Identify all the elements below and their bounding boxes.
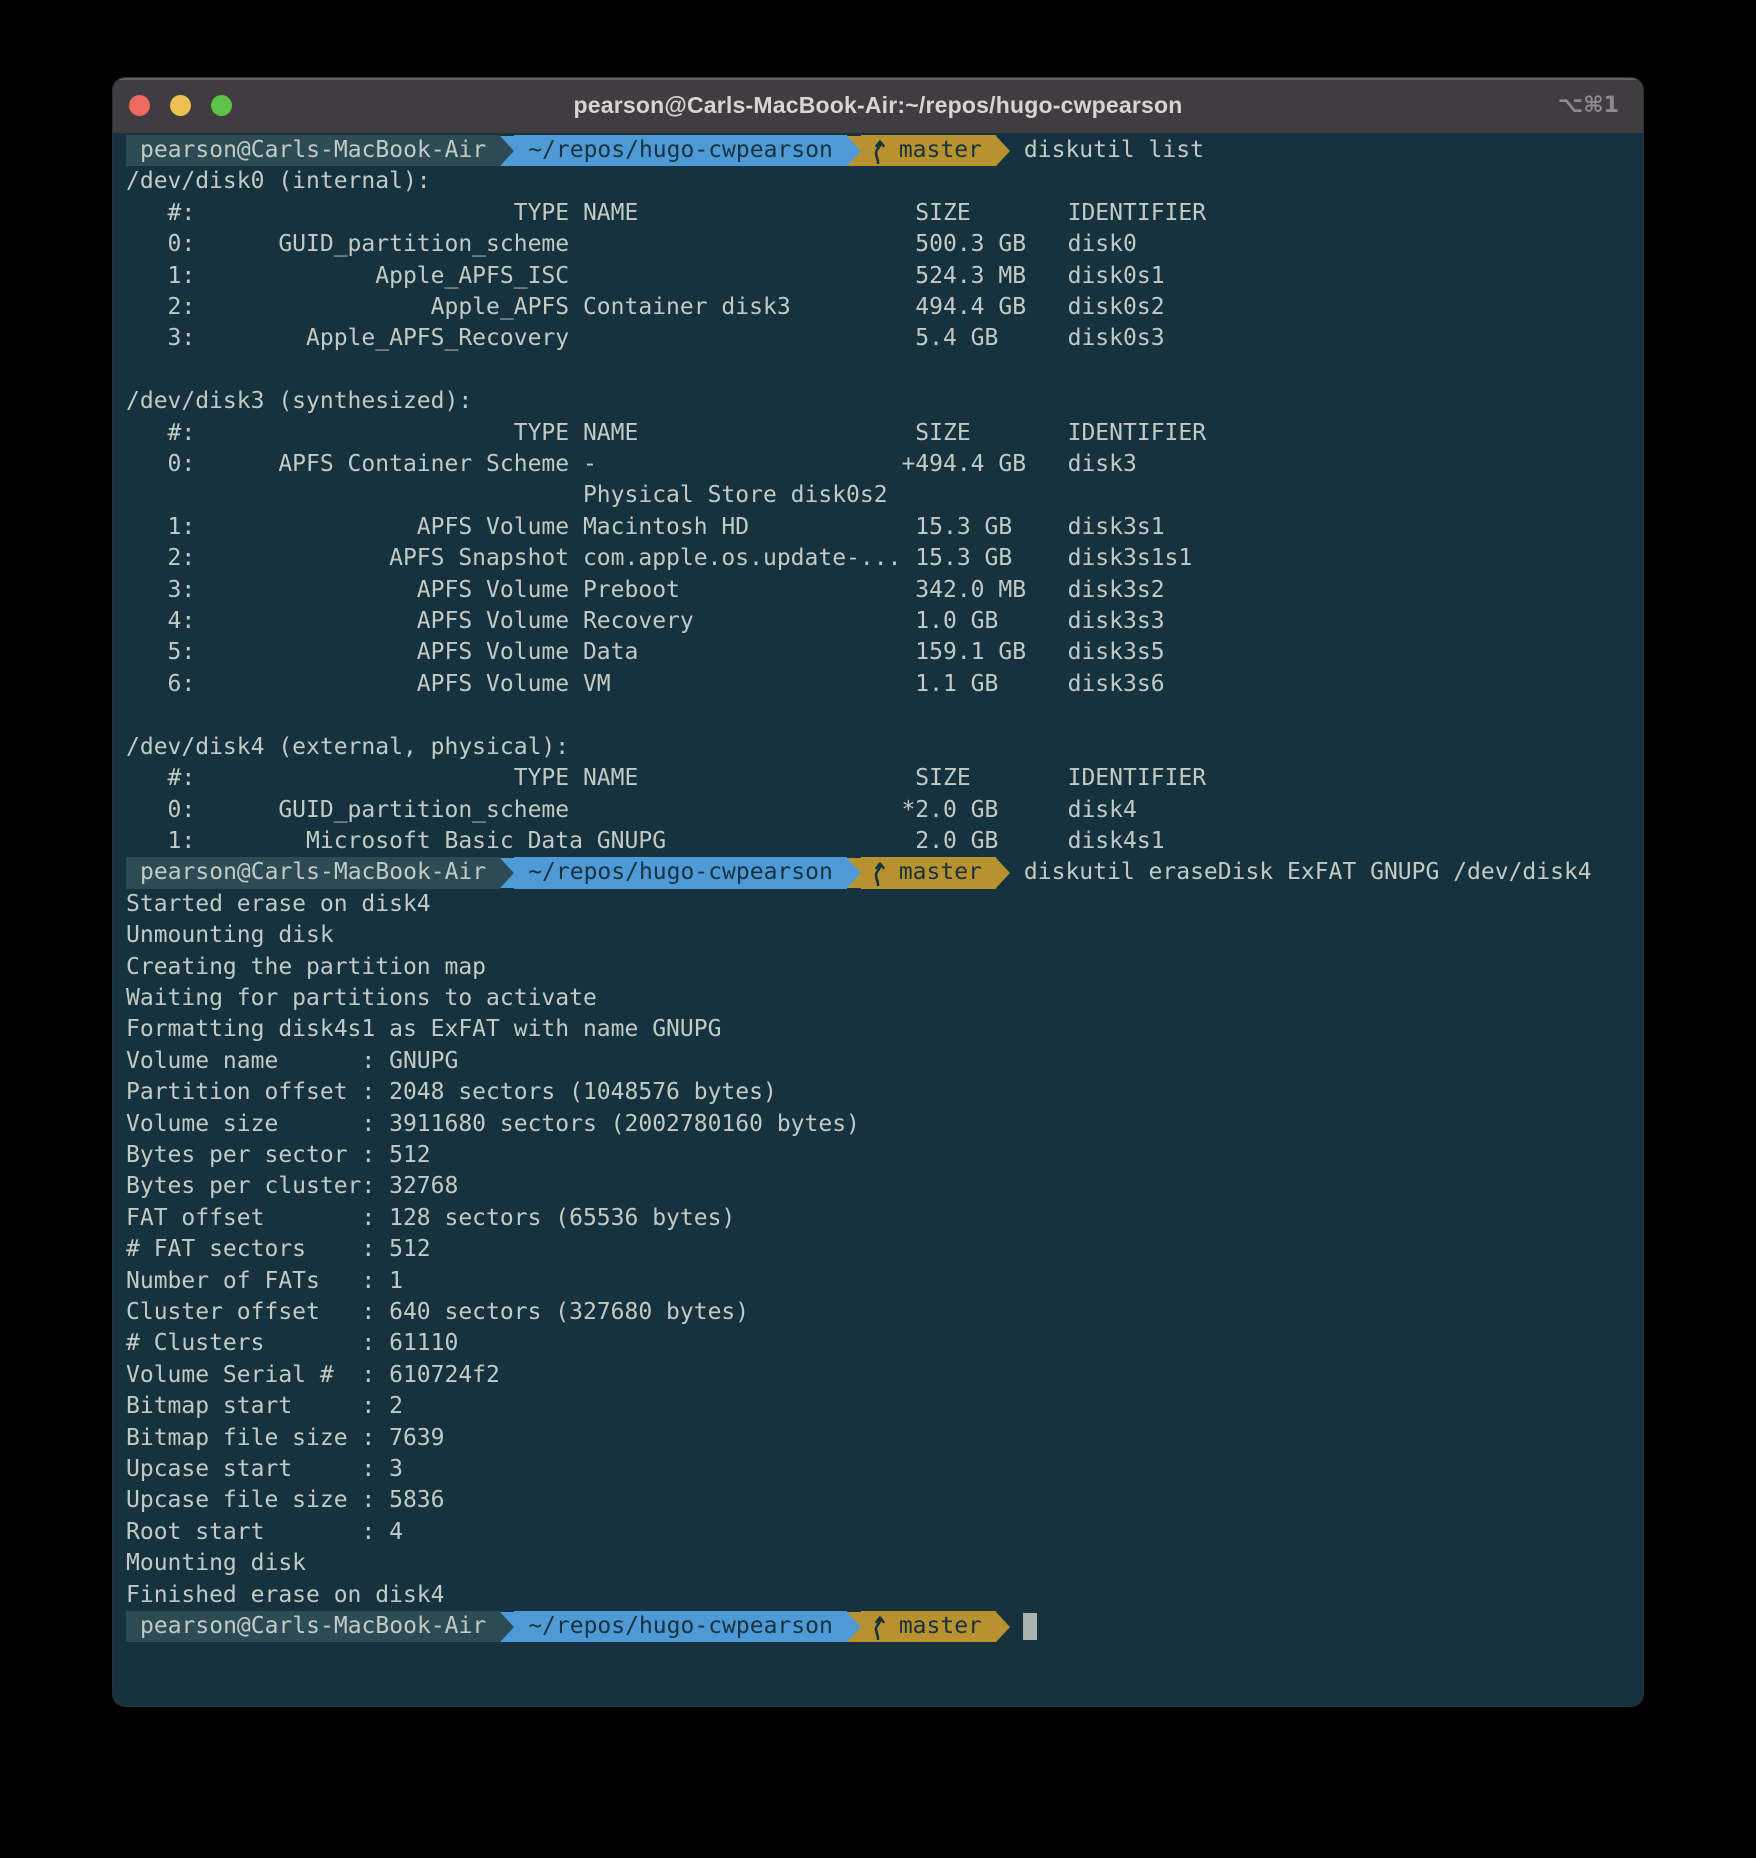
prompt-git-branch: master (861, 1611, 996, 1642)
prompt-line: pearson@Carls-MacBook-Air ~/repos/hugo-c… (126, 135, 1643, 166)
fullscreen-button[interactable] (211, 95, 232, 116)
git-branch-icon (871, 138, 891, 164)
command-diskutil-list: diskutil list (1024, 135, 1204, 166)
traffic-lights (113, 95, 232, 116)
prompt-branch-label: master (899, 1611, 982, 1642)
powerline-arrow-icon (847, 136, 861, 166)
prompt-user-host: pearson@Carls-MacBook-Air (126, 857, 500, 888)
prompt-git-branch: master (861, 857, 996, 888)
prompt-user-host: pearson@Carls-MacBook-Air (126, 135, 500, 166)
diskutil-list-output: /dev/disk0 (internal): #: TYPE NAME SIZE… (126, 166, 1643, 857)
powerline-arrow-icon (847, 1612, 861, 1642)
prompt-line: pearson@Carls-MacBook-Air ~/repos/hugo-c… (126, 1611, 1643, 1642)
terminal-cursor[interactable] (1023, 1613, 1037, 1640)
window-shortcut-badge: ⌥⌘1 (1558, 93, 1619, 118)
powerline-arrow-icon (996, 1612, 1010, 1642)
prompt-branch-label: master (899, 135, 982, 166)
powerline-arrow-icon (500, 1612, 514, 1642)
prompt-line: pearson@Carls-MacBook-Air ~/repos/hugo-c… (126, 857, 1643, 888)
diskutil-erase-output: Started erase on disk4 Unmounting disk C… (126, 889, 1643, 1611)
close-button[interactable] (129, 95, 150, 116)
terminal-body[interactable]: pearson@Carls-MacBook-Air ~/repos/hugo-c… (113, 133, 1643, 1706)
powerline-arrow-icon (996, 858, 1010, 888)
command-diskutil-erasedisk: diskutil eraseDisk ExFAT GNUPG /dev/disk… (1024, 857, 1592, 888)
titlebar[interactable]: pearson@Carls-MacBook-Air:~/repos/hugo-c… (113, 78, 1643, 133)
window-title: pearson@Carls-MacBook-Air:~/repos/hugo-c… (113, 92, 1643, 119)
prompt-path: ~/repos/hugo-cwpearson (514, 857, 847, 888)
prompt-user-host: pearson@Carls-MacBook-Air (126, 1611, 500, 1642)
minimize-button[interactable] (170, 95, 191, 116)
git-branch-icon (871, 860, 891, 886)
prompt-path: ~/repos/hugo-cwpearson (514, 1611, 847, 1642)
powerline-arrow-icon (500, 136, 514, 166)
git-branch-icon (871, 1614, 891, 1640)
powerline-arrow-icon (500, 858, 514, 888)
powerline-arrow-icon (996, 136, 1010, 166)
powerline-arrow-icon (847, 858, 861, 888)
prompt-path: ~/repos/hugo-cwpearson (514, 135, 847, 166)
prompt-git-branch: master (861, 135, 996, 166)
prompt-branch-label: master (899, 857, 982, 888)
terminal-window: pearson@Carls-MacBook-Air:~/repos/hugo-c… (113, 78, 1643, 1706)
